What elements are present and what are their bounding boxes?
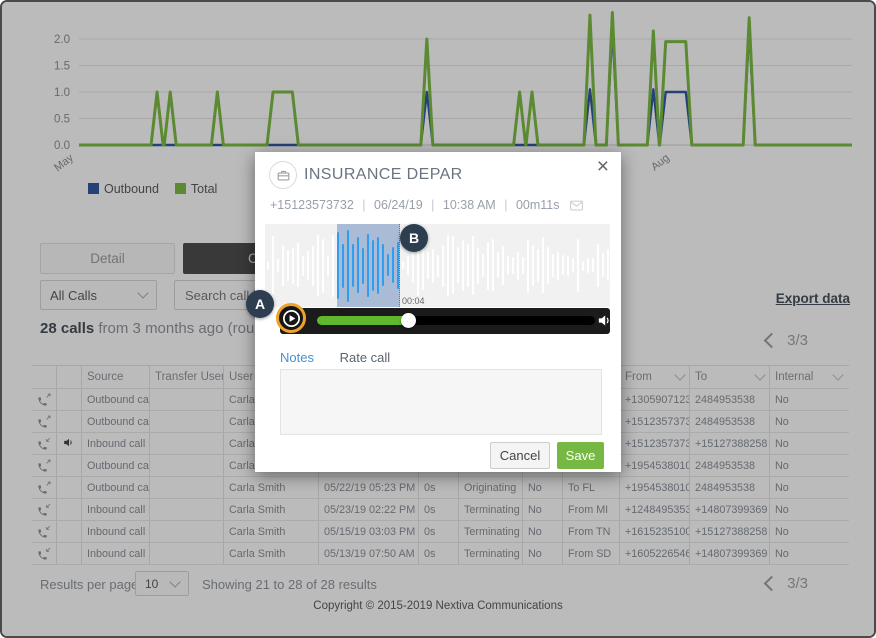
waveform-bar	[347, 230, 349, 302]
annotation-badge-a: A	[246, 290, 274, 318]
waveform-bar	[492, 239, 494, 291]
waveform-bar	[527, 239, 529, 292]
waveform-bar	[267, 262, 269, 270]
cancel-button[interactable]: Cancel	[490, 442, 550, 469]
waveform-bar	[447, 235, 449, 296]
waveform-bar	[372, 240, 374, 291]
waveform-bar	[432, 249, 434, 283]
call-duration: 00m11s	[516, 198, 560, 212]
call-details-modal: INSURANCE DEPAR × +15123573732 | 06/24/1…	[255, 152, 621, 472]
call-time: 10:38 AM	[443, 198, 496, 212]
call-metadata: +15123573732 | 06/24/19 | 10:38 AM | 00m…	[270, 198, 559, 212]
waveform-bar	[292, 248, 294, 284]
waveform-bar	[392, 247, 394, 283]
waveform-bar	[397, 242, 399, 289]
briefcase-icon	[269, 161, 297, 189]
seek-bar[interactable]	[317, 316, 595, 325]
audio-waveform[interactable]: 00:04	[265, 224, 610, 307]
waveform-bar	[577, 239, 579, 292]
waveform-bar	[542, 237, 544, 293]
call-date: 06/24/19	[374, 198, 423, 212]
email-icon[interactable]	[568, 198, 585, 218]
waveform-bar	[477, 248, 479, 284]
waveform-bar	[602, 253, 604, 277]
waveform-bar	[497, 252, 499, 278]
waveform-bar	[537, 249, 539, 282]
waveform-bar	[402, 261, 404, 269]
waveform-bar	[597, 244, 599, 287]
waveform-bar	[382, 244, 384, 286]
waveform-bar	[367, 234, 369, 297]
waveform-bar	[287, 250, 289, 281]
notes-textarea[interactable]	[280, 369, 602, 435]
modal-title: INSURANCE DEPAR	[304, 166, 463, 184]
waveform-bar	[457, 247, 459, 283]
waveform-bar	[562, 255, 564, 275]
waveform-bar	[452, 236, 454, 294]
waveform-bar	[532, 245, 534, 286]
waveform-bar	[507, 256, 509, 274]
waveform-bar	[282, 245, 284, 286]
playhead-time: 00:04	[402, 296, 425, 306]
waveform-bar	[362, 248, 364, 284]
waveform-bar	[407, 256, 409, 275]
waveform-bar	[437, 255, 439, 277]
waveform-bar	[572, 258, 574, 272]
waveform-bar	[482, 254, 484, 277]
waveform-bar	[462, 240, 464, 291]
waveform-bar	[317, 235, 319, 296]
waveform-bar	[297, 243, 299, 287]
play-button[interactable]	[276, 303, 306, 333]
waveform-bar	[592, 258, 594, 272]
waveform-bar	[312, 246, 314, 286]
waveform-bar	[377, 237, 379, 294]
waveform-bar	[307, 251, 309, 280]
waveform-bar	[472, 236, 474, 295]
seek-progress	[317, 316, 407, 325]
waveform-bar	[322, 239, 324, 293]
waveform-bar	[467, 244, 469, 287]
waveform-bar	[567, 256, 569, 276]
waveform-bar	[587, 258, 589, 273]
waveform-bar	[427, 252, 429, 279]
waveform-bar	[582, 261, 584, 271]
waveform-bar	[302, 256, 304, 276]
waveform-bar	[357, 237, 359, 293]
waveform-bar	[487, 242, 489, 290]
waveform-bar	[277, 259, 279, 272]
waveform-bar	[332, 235, 334, 297]
app-window: 0.00.51.01.52.0MayAug Outbound Total Det…	[0, 0, 876, 638]
save-button[interactable]: Save	[557, 442, 604, 469]
waveform-bar	[547, 247, 549, 284]
waveform-bar	[442, 245, 444, 287]
waveform-bar	[387, 254, 389, 276]
waveform-bar	[342, 244, 344, 288]
waveform-bar	[352, 244, 354, 287]
waveform-bar	[517, 252, 519, 280]
call-phone-number: +15123573732	[270, 198, 354, 212]
waveform-bar	[272, 236, 274, 294]
waveform-bar	[337, 232, 339, 299]
waveform-bar	[522, 257, 524, 274]
tab-notes[interactable]: Notes	[280, 350, 314, 365]
annotation-badge-b: B	[400, 224, 428, 252]
waveform-bar	[557, 252, 559, 280]
waveform-bar	[412, 249, 414, 283]
waveform-bar	[607, 249, 609, 281]
volume-icon[interactable]	[596, 312, 613, 334]
seek-handle[interactable]	[401, 313, 416, 328]
close-icon[interactable]: ×	[597, 156, 609, 177]
waveform-bar	[502, 246, 504, 285]
waveform-bar	[512, 257, 514, 274]
waveform-bar	[552, 254, 554, 277]
waveform-bar	[327, 255, 329, 276]
tab-rate-call[interactable]: Rate call	[340, 350, 391, 365]
